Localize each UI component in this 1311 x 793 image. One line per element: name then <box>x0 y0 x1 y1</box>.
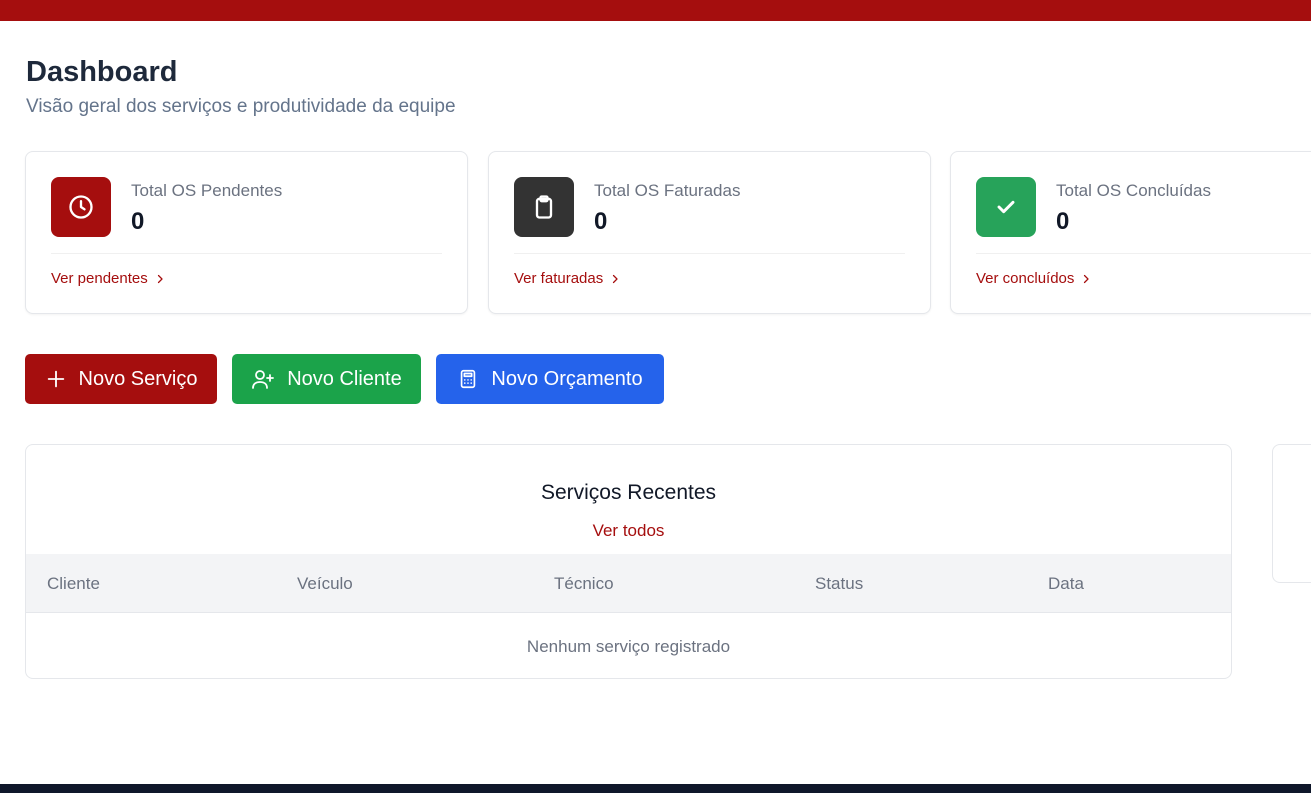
new-quote-button[interactable]: Novo Orçamento <box>436 354 664 404</box>
page-subtitle: Visão geral dos serviços e produtividade… <box>26 96 456 117</box>
card-value: 0 <box>1056 208 1070 235</box>
link-label: Ver concluídos <box>976 270 1075 287</box>
chevron-right-icon <box>157 274 163 283</box>
top-bar <box>0 0 1311 21</box>
chevron-right-icon <box>613 274 618 283</box>
chevron-right-icon <box>1084 274 1090 283</box>
card-billed: Total OS Faturadas 0 Ver faturadas <box>488 151 931 314</box>
view-pending-link[interactable]: Ver pendentes <box>51 270 166 287</box>
card-label: Total OS Faturadas <box>594 181 741 200</box>
side-panel <box>1272 444 1311 583</box>
link-label: Ver faturadas <box>514 270 604 287</box>
button-label: Novo Serviço <box>78 367 198 390</box>
card-value: 0 <box>131 208 145 235</box>
check-icon <box>976 177 1036 237</box>
card-pending: Total OS Pendentes 0 Ver pendentes <box>25 151 468 314</box>
clock-icon <box>51 177 111 237</box>
page-title: Dashboard <box>26 56 178 88</box>
column-header-client[interactable]: Cliente <box>47 574 100 594</box>
column-header-date[interactable]: Data <box>1048 574 1084 594</box>
new-client-button[interactable]: Novo Cliente <box>232 354 421 404</box>
card-value: 0 <box>594 208 608 235</box>
link-label: Ver pendentes <box>51 270 148 287</box>
new-service-button[interactable]: Novo Serviço <box>25 354 217 404</box>
calculator-icon <box>461 369 476 389</box>
plus-icon <box>47 370 64 388</box>
column-header-status[interactable]: Status <box>815 574 863 594</box>
divider <box>51 253 442 254</box>
footer-bar <box>0 784 1311 793</box>
clipboard-icon <box>514 177 574 237</box>
panel-title: Serviços Recentes <box>540 481 717 504</box>
view-all-link[interactable]: Ver todos <box>26 521 1231 541</box>
divider <box>976 253 1311 254</box>
empty-state: Nenhum serviço registrado <box>526 637 731 656</box>
divider <box>514 253 905 254</box>
card-label: Total OS Concluídas <box>1056 181 1211 200</box>
recent-services-panel: Serviços Recentes Ver todos Cliente Veíc… <box>25 444 1232 679</box>
card-completed: Total OS Concluídas 0 Ver concluídos <box>950 151 1311 314</box>
column-header-technician[interactable]: Técnico <box>554 574 614 594</box>
button-label: Novo Cliente <box>287 367 402 390</box>
add-user-icon <box>252 370 275 389</box>
view-completed-link[interactable]: Ver concluídos <box>976 270 1092 287</box>
card-label: Total OS Pendentes <box>131 181 283 200</box>
column-header-vehicle[interactable]: Veículo <box>297 574 353 594</box>
table-header: Cliente Veículo Técnico Status Data <box>26 554 1231 613</box>
button-label: Novo Orçamento <box>491 367 643 390</box>
view-billed-link[interactable]: Ver faturadas <box>514 270 621 287</box>
